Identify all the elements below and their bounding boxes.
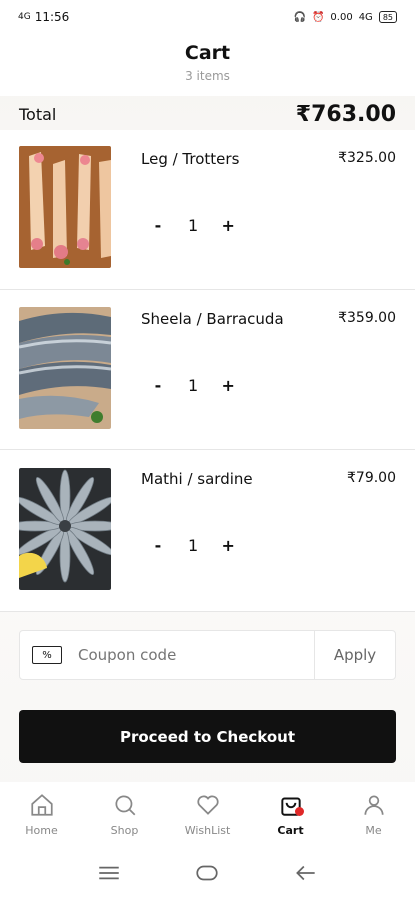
tab-me[interactable]: Me	[332, 782, 415, 842]
alarm-icon: ⏰	[311, 11, 325, 23]
tab-cart[interactable]: Cart	[249, 782, 332, 842]
cart-total: Total ₹763.00	[0, 96, 415, 132]
cart-item: Sheela / Barracuda ₹359.00 - 1 +	[0, 290, 415, 450]
increase-button[interactable]: +	[220, 216, 236, 235]
increase-button[interactable]: +	[220, 536, 236, 555]
network-type: 4G	[358, 11, 373, 23]
item-price: ₹325.00	[338, 150, 396, 166]
bottom-tab-bar: Home Shop WishList Cart Me	[0, 782, 415, 842]
coupon-box: % Apply	[19, 630, 396, 680]
signal-indicator: 4G	[18, 12, 31, 22]
item-name[interactable]: Mathi / sardine	[141, 470, 253, 488]
item-name[interactable]: Leg / Trotters	[141, 150, 239, 168]
product-image-trotters[interactable]	[19, 146, 111, 268]
quantity-value: 1	[188, 536, 199, 555]
system-nav-bar	[0, 846, 415, 900]
home-button-icon[interactable]	[194, 860, 220, 886]
heart-icon	[196, 795, 219, 815]
tab-wishlist[interactable]: WishList	[166, 782, 249, 842]
net-speed: 0.00	[330, 11, 353, 23]
page-title: Cart	[184, 42, 231, 64]
tab-label: Shop	[110, 824, 139, 837]
apply-coupon-button[interactable]: Apply	[314, 631, 395, 679]
page-header: Cart 3 items	[0, 40, 415, 83]
quantity-stepper: - 1 +	[150, 536, 236, 555]
status-bar: 4G 11:56 🎧 ⏰ 0.00 4G 85	[0, 0, 415, 34]
increase-button[interactable]: +	[220, 376, 236, 395]
tab-shop[interactable]: Shop	[83, 782, 166, 842]
checkout-button[interactable]: Proceed to Checkout	[19, 710, 396, 763]
home-icon	[30, 794, 53, 816]
battery-level: 85	[382, 12, 393, 22]
product-image-barracuda[interactable]	[19, 307, 111, 429]
quantity-value: 1	[188, 216, 199, 235]
headphone-icon: 🎧	[293, 11, 306, 23]
decrease-button[interactable]: -	[150, 376, 166, 395]
status-time: 11:56	[34, 10, 70, 24]
item-price: ₹79.00	[347, 470, 396, 486]
tab-home[interactable]: Home	[0, 782, 83, 842]
cart-item: Mathi / sardine ₹79.00 - 1 +	[0, 450, 415, 612]
decrease-button[interactable]: -	[150, 216, 166, 235]
person-icon	[363, 795, 384, 815]
total-label: Total	[19, 104, 57, 124]
item-count: 3 items	[185, 69, 230, 83]
battery-icon: 85	[378, 11, 397, 23]
cart-item: Leg / Trotters ₹325.00 - 1 +	[0, 130, 415, 290]
tab-label: Me	[365, 824, 382, 837]
coupon-icon: %	[32, 646, 62, 664]
decrease-button[interactable]: -	[150, 536, 166, 555]
tab-label: WishList	[184, 824, 231, 837]
back-icon[interactable]	[293, 860, 319, 886]
quantity-stepper: - 1 +	[150, 216, 236, 235]
tab-label: Home	[25, 824, 58, 837]
total-amount: ₹763.00	[295, 101, 396, 127]
coupon-input[interactable]	[76, 645, 314, 665]
tab-label: Cart	[277, 824, 304, 837]
quantity-value: 1	[188, 376, 199, 395]
quantity-stepper: - 1 +	[150, 376, 236, 395]
item-name[interactable]: Sheela / Barracuda	[141, 310, 284, 328]
product-image-sardine[interactable]	[19, 468, 111, 590]
search-icon	[114, 795, 135, 816]
item-price: ₹359.00	[338, 310, 396, 326]
cart-badge	[295, 807, 304, 816]
menu-icon[interactable]	[96, 860, 122, 886]
